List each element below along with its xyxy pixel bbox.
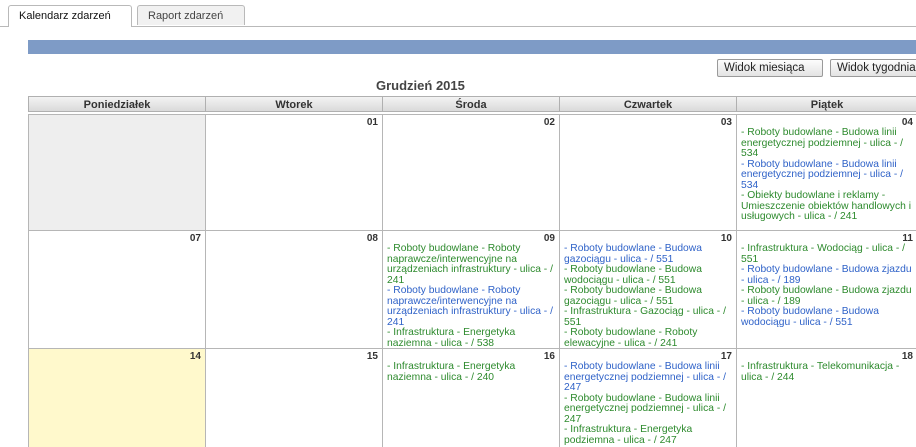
day-cell[interactable]: 14 (28, 348, 206, 447)
tab-event-calendar[interactable]: Kalendarz zdarzeń (8, 5, 132, 27)
day-cell[interactable]: 02 (382, 114, 560, 231)
day-cell[interactable]: 09- Roboty budowlane - Roboty naprawcze/… (382, 230, 560, 349)
calendar-event[interactable]: - Infrastruktura - Telekomunikacja - uli… (741, 361, 914, 383)
day-cell[interactable]: 03 (559, 114, 737, 231)
tab-bar: Kalendarz zdarzeń Raport zdarzeń (0, 0, 916, 27)
calendar-event[interactable]: - Roboty budowlane - Roboty naprawcze/in… (387, 243, 556, 286)
weekday-header-thursday: Czwartek (559, 96, 737, 112)
day-cell[interactable]: 17- Roboty budowlane - Budowa linii ener… (559, 348, 737, 447)
day-number: 03 (720, 117, 732, 128)
calendar-event[interactable]: - Roboty budowlane - Budowa wodociągu - … (741, 306, 914, 328)
calendar-header-bar (28, 40, 916, 54)
day-cell[interactable]: 04- Roboty budowlane - Budowa linii ener… (736, 114, 916, 231)
month-view-button[interactable]: Widok miesiąca (717, 59, 823, 77)
day-cell[interactable]: 16- Infrastruktura - Energetyka naziemna… (382, 348, 560, 447)
day-cell[interactable]: 15 (205, 348, 383, 447)
day-number: 01 (366, 117, 378, 128)
calendar-event[interactable]: - Roboty budowlane - Roboty elewacyjne -… (564, 327, 733, 348)
calendar-event[interactable]: - Obiekty budowlane i reklamy - Umieszcz… (741, 190, 914, 223)
weekday-header-wednesday: Środa (382, 96, 560, 112)
day-number: 14 (189, 351, 201, 362)
month-calendar: Poniedziałek Wtorek Środa Czwartek Piąte… (28, 96, 916, 447)
week-view-button[interactable]: Widok tygodnia (830, 59, 916, 77)
calendar-event[interactable]: - Roboty budowlane - Budowa linii energe… (741, 127, 914, 160)
calendar-event[interactable]: - Roboty budowlane - Budowa linii energe… (564, 393, 733, 426)
weekday-header-monday: Poniedziałek (28, 96, 206, 112)
calendar-event[interactable]: - Roboty budowlane - Budowa gazociągu - … (564, 243, 733, 265)
day-number: 07 (189, 233, 201, 244)
day-cell[interactable]: 01 (205, 114, 383, 231)
view-toolbar: Widok miesiąca Widok tygodnia (28, 54, 916, 78)
day-cell[interactable] (28, 114, 206, 231)
month-title: Grudzień 2015 (376, 78, 465, 93)
calendar-event[interactable]: - Roboty budowlane - Budowa wodociągu - … (564, 264, 733, 286)
calendar-event[interactable]: - Roboty budowlane - Roboty naprawcze/in… (387, 285, 556, 328)
calendar-event[interactable]: - Roboty budowlane - Budowa linii energe… (564, 361, 733, 394)
day-cell[interactable]: 08 (205, 230, 383, 349)
day-cell[interactable]: 18- Infrastruktura - Telekomunikacja - u… (736, 348, 916, 447)
calendar-event[interactable]: - Roboty budowlane - Budowa gazociągu - … (564, 285, 733, 307)
calendar-event[interactable]: - Infrastruktura - Energetyka naziemna -… (387, 361, 556, 383)
day-number: 15 (366, 351, 378, 362)
weekday-header-tuesday: Wtorek (205, 96, 383, 112)
calendar-event[interactable]: - Roboty budowlane - Budowa zjazdu - uli… (741, 285, 914, 307)
calendar-event[interactable]: - Roboty budowlane - Budowa linii energe… (741, 159, 914, 192)
weekday-header-friday: Piątek (736, 96, 916, 112)
tab-event-report[interactable]: Raport zdarzeń (137, 5, 245, 25)
calendar-event[interactable]: - Infrastruktura - Energetyka naziemna -… (387, 327, 556, 348)
day-cell[interactable]: 07 (28, 230, 206, 349)
day-cell[interactable]: 10- Roboty budowlane - Budowa gazociągu … (559, 230, 737, 349)
day-number: 08 (366, 233, 378, 244)
calendar-event[interactable]: - Infrastruktura - Gazociąg - ulica - / … (564, 306, 733, 328)
calendar-event[interactable]: - Infrastruktura - Energetyka podziemna … (564, 424, 733, 446)
day-cell[interactable]: 11- Infrastruktura - Wodociąg - ulica - … (736, 230, 916, 349)
day-number: 02 (543, 117, 555, 128)
calendar-event[interactable]: - Roboty budowlane - Budowa zjazdu - uli… (741, 264, 914, 286)
calendar-event[interactable]: - Infrastruktura - Wodociąg - ulica - / … (741, 243, 914, 265)
